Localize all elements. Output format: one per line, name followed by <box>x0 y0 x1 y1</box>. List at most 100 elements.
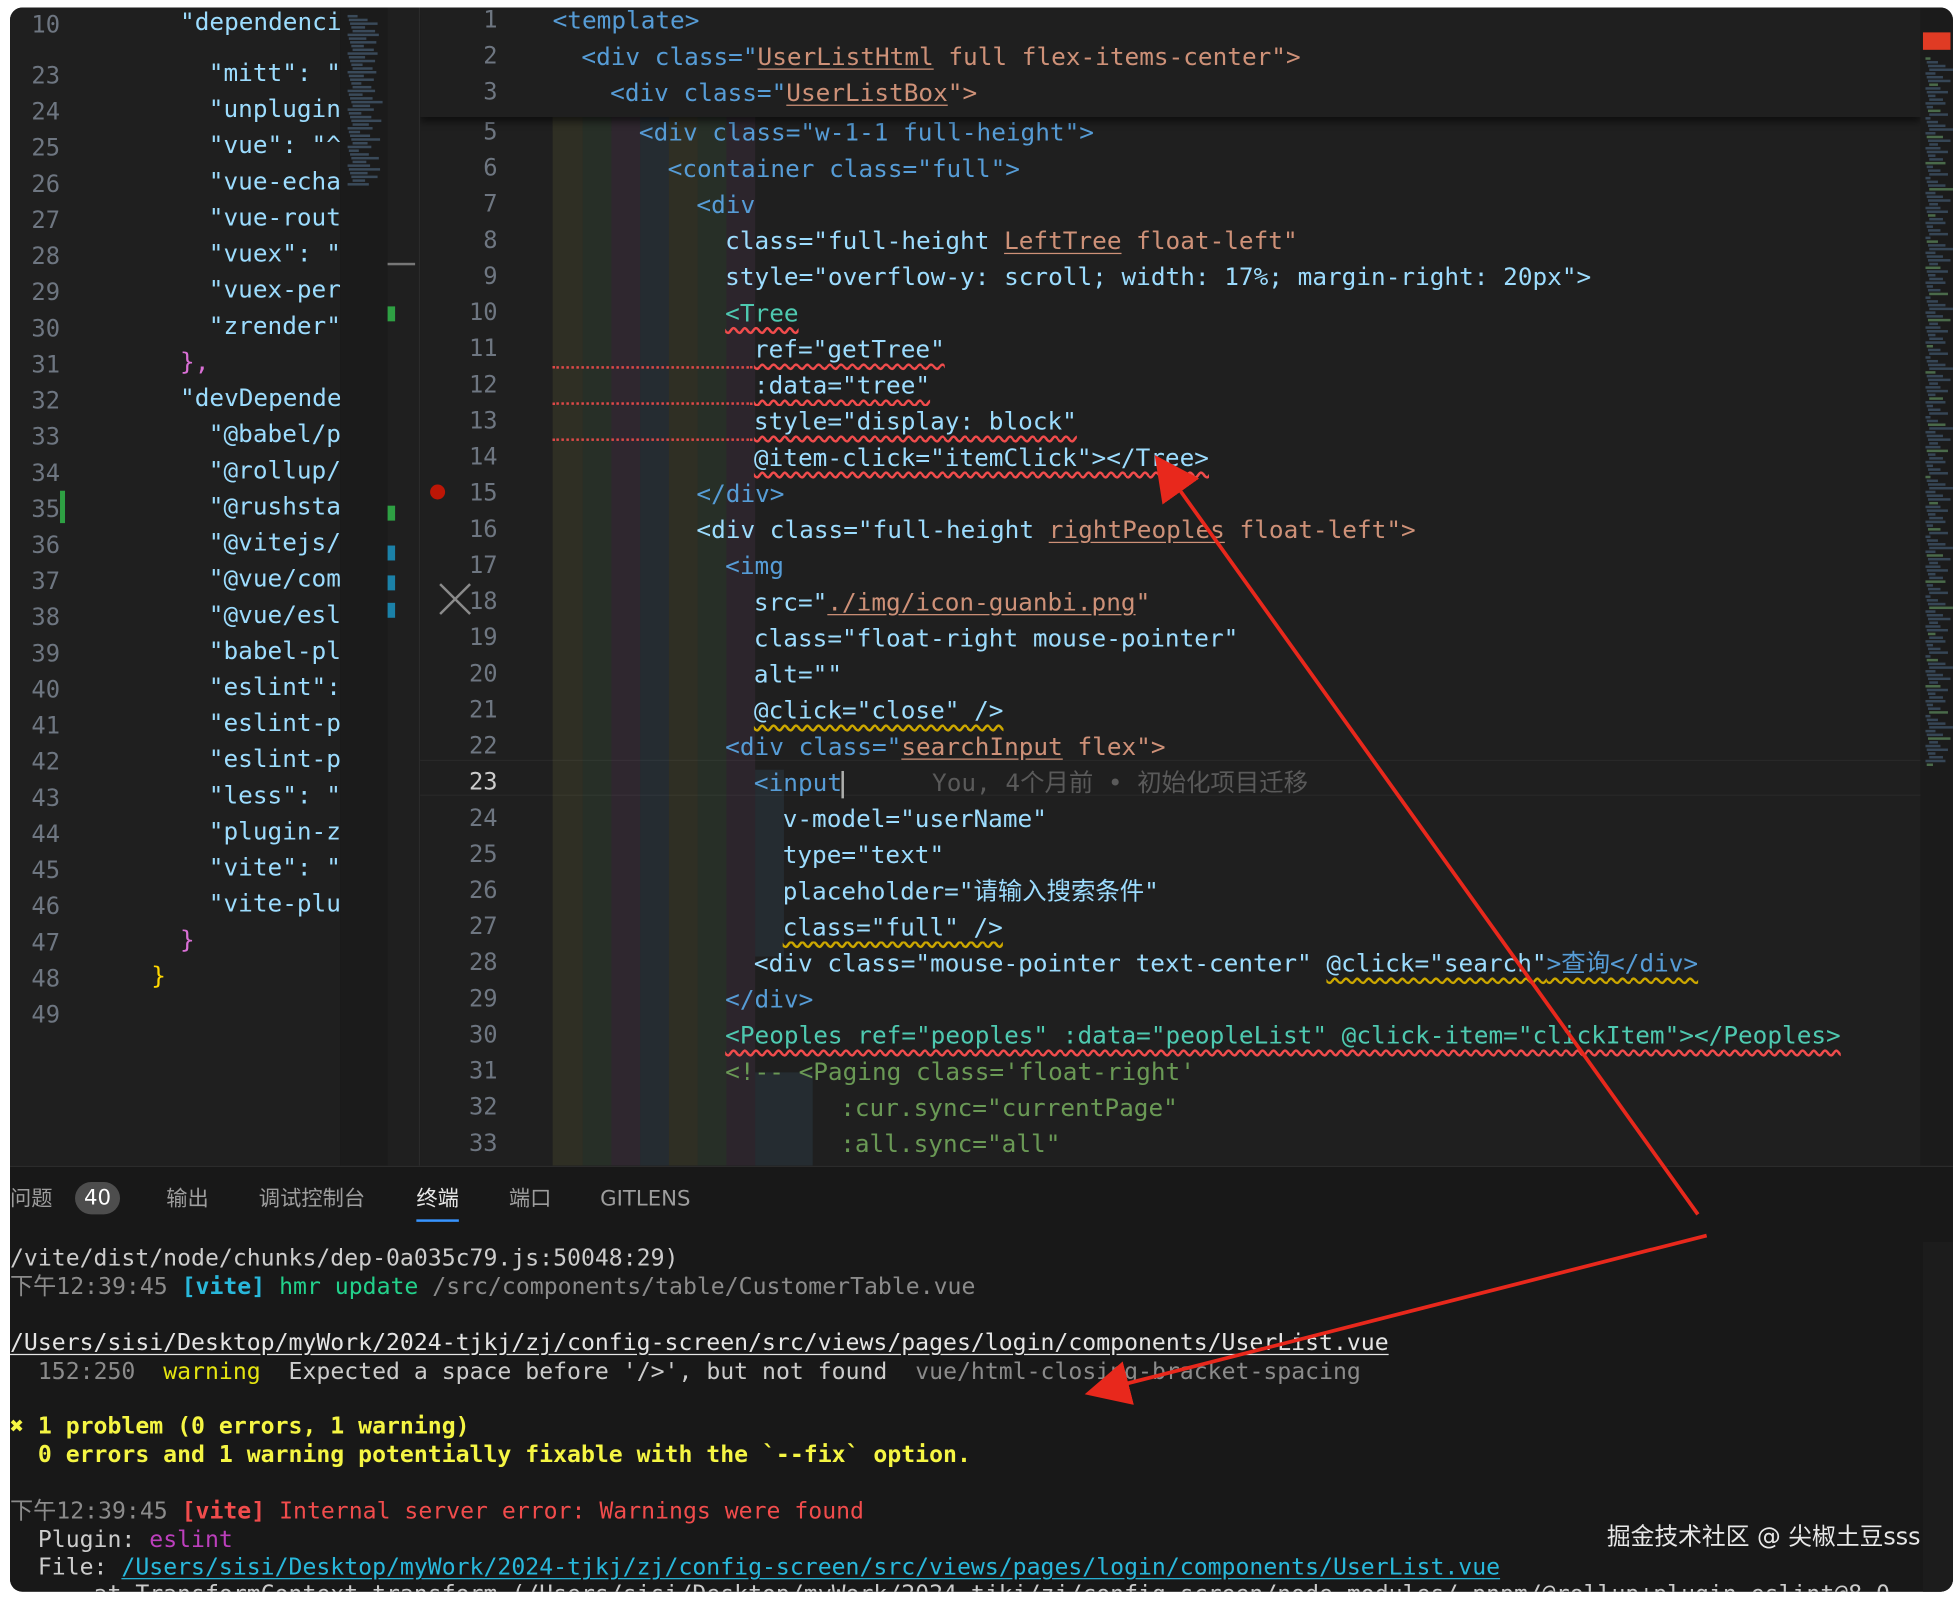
code-line[interactable]: class="float-right mouse-pointer" <box>754 620 1238 656</box>
line-number: 32 <box>31 387 61 415</box>
code-line[interactable]: class="full" /> <box>783 909 1003 945</box>
left-minimap[interactable] <box>340 7 388 1166</box>
code-line[interactable]: }, <box>180 344 209 380</box>
code-line[interactable]: "unplugin-vu <box>209 91 340 127</box>
code-line[interactable]: "eslint-plug: <box>209 741 340 777</box>
code-line[interactable]: alt="" <box>754 656 842 692</box>
tab-output[interactable]: 输出 <box>166 1184 209 1214</box>
code-line[interactable]: "eslint": "7 <box>209 669 340 705</box>
code-line[interactable]: "vue-router" <box>209 199 340 235</box>
code-line[interactable]: :all.sync="all" <box>840 1126 1060 1162</box>
code-line[interactable]: ref="getTree" <box>754 331 945 367</box>
line-number: 26 <box>468 876 498 905</box>
tab-debug-console[interactable]: 调试控制台 <box>259 1184 365 1214</box>
code-line[interactable]: <div class="UserListHtml full flex-items… <box>581 39 1300 75</box>
line-number: 3 <box>483 78 498 106</box>
code-line[interactable]: <Tree <box>725 295 798 331</box>
line-number: 20 <box>468 660 498 688</box>
line-number: 18 <box>468 587 498 616</box>
tab-problems[interactable]: 问题 <box>10 1184 53 1214</box>
line-number: 35 <box>31 495 61 524</box>
code-line[interactable]: "less": "^4.: <box>209 777 340 813</box>
code-line[interactable]: "vuex-persis <box>209 272 340 308</box>
code-line[interactable]: "devDependencie <box>180 380 340 416</box>
code-line[interactable]: "@vue/compil <box>209 560 340 596</box>
left-editor[interactable]: 10 "dependencies" 23 "mitt": "^3.(24 "unplug… <box>10 7 341 1166</box>
code-line[interactable]: @click="close" /> <box>754 692 1004 728</box>
code-line[interactable]: "@vitejs/plu <box>209 524 340 560</box>
git-change-gutter <box>387 7 421 1166</box>
line-number: 10 <box>468 298 498 327</box>
code-line[interactable]: v-model="userName" <box>783 801 1047 837</box>
code-line[interactable]: "@babel/pres <box>209 416 340 452</box>
code-line[interactable]: "mitt": "^3.( <box>209 55 340 91</box>
code-line[interactable]: "plugin-zip-( <box>209 813 340 849</box>
code-line[interactable]: </div> <box>725 981 813 1017</box>
code-line[interactable]: "eslint-plug: <box>209 705 340 741</box>
code-line[interactable]: :cur.sync="currentPage" <box>840 1090 1178 1126</box>
code-line[interactable]: type="text" <box>783 837 944 873</box>
code-line[interactable]: <div class="searchInput flex"> <box>725 729 1165 765</box>
line-number: 34 <box>31 459 61 487</box>
code-line[interactable]: "dependencies" <box>180 7 340 39</box>
code-line[interactable]: } <box>151 958 166 994</box>
code-line[interactable]: <template> <box>553 7 700 38</box>
line-number: 40 <box>31 676 61 704</box>
line-number: 42 <box>31 748 61 776</box>
code-line[interactable]: "vuex": "^4.( <box>209 235 340 271</box>
breakpoint-icon[interactable] <box>430 484 446 500</box>
code-line[interactable]: <!-- <Paging class='float-right' <box>725 1054 1195 1090</box>
watermark: 掘金技术社区 @ 尖椒土豆sss <box>1606 1523 1921 1551</box>
right-editor[interactable]: 1 2 3 5 6 7 8 9 10 11 12 13 14 15 16 17 18 19 20 21 22 23 24 25… <box>420 7 1921 1166</box>
code-line[interactable]: placeholder="请输入搜索条件" <box>783 873 1159 909</box>
bottom-panel: 问题 40 输出 调试控制台 终端 端口 GITLENS /vite/dist/… <box>10 1165 1953 1592</box>
code-line[interactable]: "vue-echarts' <box>209 163 340 199</box>
line-number: 16 <box>468 515 498 544</box>
code-line[interactable]: } <box>180 922 195 958</box>
code-line[interactable]: style="display: block" <box>754 404 1077 440</box>
code-line[interactable]: "babel-plugi <box>209 633 340 669</box>
code-line[interactable]: <div class="full-height rightPeoples flo… <box>696 512 1415 548</box>
line-number: 24 <box>31 98 61 126</box>
code-line[interactable]: <div <box>696 187 755 223</box>
code-line[interactable]: "zrender": " <box>209 308 340 344</box>
code-line[interactable]: <div class="UserListBox"> <box>610 75 977 111</box>
tab-gitlens[interactable]: GITLENS <box>600 1184 690 1214</box>
code-line[interactable]: "vite": "^2.( <box>209 849 340 885</box>
line-number: 25 <box>31 134 61 162</box>
code-line[interactable]: "@rollup/plu <box>209 452 340 488</box>
code-line[interactable]: </div> <box>696 476 784 512</box>
code-line[interactable]: <img <box>725 548 784 584</box>
line-number: 44 <box>31 820 61 849</box>
code-line[interactable]: <div class="mouse-pointer text-center" @… <box>754 945 1698 981</box>
code-line[interactable]: <container class="full"> <box>668 151 1020 187</box>
line-number: 33 <box>468 1129 498 1158</box>
line-number: 24 <box>468 804 498 832</box>
code-line[interactable]: <Peoples ref="peoples" :data="peopleList… <box>725 1018 1841 1054</box>
code-line[interactable]: "@rushstack/( <box>209 488 340 524</box>
line-number: 8 <box>483 226 498 255</box>
terminal-file-link[interactable]: /Users/sisi/Desktop/myWork/2024-tjkj/zj/… <box>10 1329 1389 1358</box>
line-number: 25 <box>468 840 498 869</box>
code-line[interactable]: style="overflow-y: scroll; width: 17%; m… <box>725 259 1591 295</box>
tab-ports[interactable]: 端口 <box>509 1184 552 1214</box>
right-minimap[interactable] <box>1920 7 1953 1166</box>
code-line[interactable]: "vite-plugin- <box>209 886 340 922</box>
code-line[interactable]: "@vue/eslint- <box>209 597 340 633</box>
code-line[interactable]: :data="tree" <box>754 367 930 403</box>
code-line[interactable]: src="./img/icon-guanbi.png" <box>754 584 1150 620</box>
code-line[interactable]: @item-click="itemClick"></Tree> <box>754 440 1209 476</box>
code-line[interactable]: <div class="w-1-1 full-height"> <box>639 115 1094 151</box>
line-number: 46 <box>31 893 61 921</box>
code-line[interactable]: class="full-height LeftTree float-left" <box>725 223 1297 259</box>
line-number: 30 <box>468 1021 498 1049</box>
line-number: 21 <box>468 696 498 724</box>
tab-terminal[interactable]: 终端 <box>416 1184 459 1222</box>
terminal-scrollbar[interactable] <box>1922 1241 1953 1592</box>
minimap-error-marker <box>1922 32 1951 50</box>
line-number: 27 <box>31 206 61 235</box>
code-line[interactable]: "vue": "^3.2 <box>209 127 340 163</box>
line-number: 22 <box>468 732 498 760</box>
code-line[interactable]: <input You, 4个月前 • 初始化项目迁移 <box>754 765 1308 801</box>
line-number: 29 <box>468 985 498 1013</box>
